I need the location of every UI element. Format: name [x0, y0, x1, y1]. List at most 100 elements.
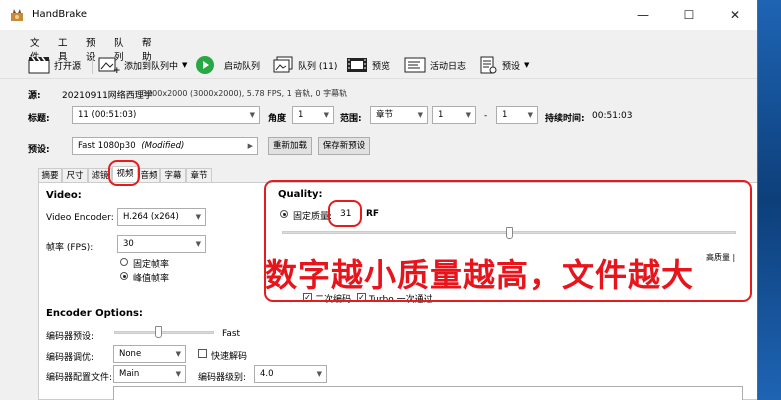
title-label: 标题:: [28, 114, 50, 124]
video-heading: Video:: [46, 190, 82, 201]
chevron-down-icon: ▼: [195, 213, 201, 221]
chapter-start-value: 1: [438, 110, 444, 120]
terminal-icon: [404, 57, 426, 73]
toolbar: 打开源 + 添加到队列中 ▼ 启动队列 队列 (11) 预览 活动日志 预设 ▼: [0, 51, 757, 79]
source-name: 20210911网络西理学: [62, 91, 153, 101]
encoder-preset-slider-track[interactable]: [114, 331, 214, 334]
video-tab-highlight: [108, 160, 140, 186]
video-encoder-value: H.264 (x264): [123, 212, 179, 222]
tab-chapters[interactable]: 章节: [186, 168, 212, 183]
peak-framerate-radio[interactable]: [120, 272, 128, 280]
window-title: HandBrake: [32, 9, 88, 20]
encoder-tune-label: 编码器调优:: [46, 353, 95, 363]
framerate-select[interactable]: 30 ▼: [117, 235, 206, 253]
encoder-tune-value: None: [119, 349, 142, 359]
chevron-right-icon: ▶: [247, 142, 253, 150]
chevron-down-icon: ▼: [175, 370, 181, 378]
preset-name: Fast 1080p30: [78, 141, 136, 151]
queue-icon: [273, 56, 293, 73]
open-source-label: 打开源: [54, 61, 82, 72]
source-label: 源:: [28, 91, 41, 101]
chapter-end-value: 1: [502, 110, 508, 120]
framerate-label: 帧率 (FPS):: [46, 243, 94, 253]
film-clapper-icon: [28, 56, 50, 74]
start-queue-button[interactable]: 启动队列: [196, 54, 260, 76]
tab-dimensions[interactable]: 尺寸: [62, 168, 88, 183]
fast-decode-label: 快速解码: [211, 352, 248, 362]
video-encoder-label: Video Encoder:: [46, 213, 114, 223]
encoder-level-value: 4.0: [260, 369, 274, 379]
annotation-text: 数字越小质量越高，文件越大: [265, 256, 695, 294]
title-select-value: 11 (00:51:03): [78, 110, 137, 120]
presets-button[interactable]: 预设 ▼: [478, 54, 529, 76]
chapter-end-select[interactable]: 1 ▼: [496, 106, 538, 124]
encoder-options-heading: Encoder Options:: [46, 308, 143, 319]
play-icon: [196, 56, 214, 74]
presets-document-icon: [480, 56, 497, 74]
chevron-down-icon: ▼: [465, 111, 471, 119]
video-encoder-select[interactable]: H.264 (x264) ▼: [117, 208, 206, 226]
title-bar: HandBrake — ☐ ✕: [0, 0, 757, 30]
encoder-preset-label: 编码器预设:: [46, 332, 95, 342]
add-to-queue-button[interactable]: + 添加到队列中 ▼: [98, 54, 187, 76]
minimize-button[interactable]: —: [620, 0, 666, 30]
reload-button[interactable]: 重新加载: [268, 137, 312, 155]
preset-modified: (Modified): [141, 141, 185, 151]
activity-log-label: 活动日志: [430, 61, 467, 72]
duration-value: 00:51:03: [592, 111, 633, 121]
save-new-preset-button[interactable]: 保存新预设: [318, 137, 370, 155]
tab-audio[interactable]: 音频: [138, 168, 160, 183]
encoder-preset-slider-thumb[interactable]: [155, 326, 162, 338]
tab-summary[interactable]: 摘要: [38, 168, 62, 183]
range-select-value: 章节: [376, 110, 394, 120]
encoder-profile-label: 编码器配置文件:: [46, 373, 113, 383]
advanced-options-textarea[interactable]: [113, 386, 743, 400]
chevron-down-icon[interactable]: ▼: [524, 61, 529, 69]
encoder-profile-value: Main: [119, 369, 140, 379]
angle-label: 角度: [268, 114, 287, 124]
constant-framerate-radio[interactable]: [120, 258, 128, 266]
range-label: 范围:: [340, 114, 362, 124]
presets-label: 预设: [502, 61, 521, 72]
encoder-profile-select[interactable]: Main ▼: [113, 365, 186, 383]
angle-select-value: 1: [298, 110, 304, 120]
range-dash: -: [484, 111, 488, 121]
preview-label: 预览: [372, 61, 391, 72]
chevron-down-icon: ▼: [527, 111, 533, 119]
chapter-start-select[interactable]: 1 ▼: [432, 106, 476, 124]
encoder-preset-speed: Fast: [222, 329, 241, 339]
tab-subtitles[interactable]: 字幕: [160, 168, 186, 183]
handbrake-logo-icon: [11, 9, 23, 21]
start-queue-label: 启动队列: [224, 61, 261, 72]
chevron-down-icon: ▼: [417, 111, 423, 119]
close-button[interactable]: ✕: [712, 0, 757, 30]
add-to-queue-label: 添加到队列中: [124, 61, 179, 72]
source-info: 3000x2000 (3000x2000), 5.78 FPS, 1 音轨, 0…: [142, 89, 348, 98]
maximize-button[interactable]: ☐: [666, 0, 712, 30]
preset-select[interactable]: Fast 1080p30 (Modified) ▶: [72, 137, 258, 155]
open-source-button[interactable]: 打开源: [28, 54, 81, 76]
handbrake-window: HandBrake — ☐ ✕ 文件 工具 预设 队列 帮助 打开源 +: [0, 0, 758, 400]
preview-button[interactable]: 预览: [346, 54, 390, 76]
duration-label: 持续时间:: [545, 114, 585, 124]
chevron-down-icon[interactable]: ▼: [182, 61, 187, 69]
encoder-tune-select[interactable]: None ▼: [113, 345, 186, 363]
chevron-down-icon: ▼: [249, 111, 255, 119]
framerate-value: 30: [123, 239, 134, 249]
encoder-level-select[interactable]: 4.0 ▼: [254, 365, 327, 383]
title-select[interactable]: 11 (00:51:03) ▼: [72, 106, 260, 124]
angle-select[interactable]: 1 ▼: [292, 106, 334, 124]
chevron-down-icon: ▼: [175, 350, 181, 358]
chevron-down-icon: ▼: [316, 370, 322, 378]
activity-log-button[interactable]: 活动日志: [404, 54, 466, 76]
fast-decode-checkbox[interactable]: [198, 349, 207, 358]
queue-label: 队列 (11): [298, 61, 338, 72]
range-select[interactable]: 章节 ▼: [370, 106, 428, 124]
chevron-down-icon: ▼: [323, 111, 329, 119]
svg-text:+: +: [113, 66, 120, 74]
desktop-background: [758, 0, 781, 400]
constant-framerate-label: 固定帧率: [133, 260, 170, 270]
encoder-level-label: 编码器级别:: [198, 373, 247, 383]
queue-button[interactable]: 队列 (11): [272, 54, 337, 76]
film-strip-icon: [347, 58, 367, 72]
